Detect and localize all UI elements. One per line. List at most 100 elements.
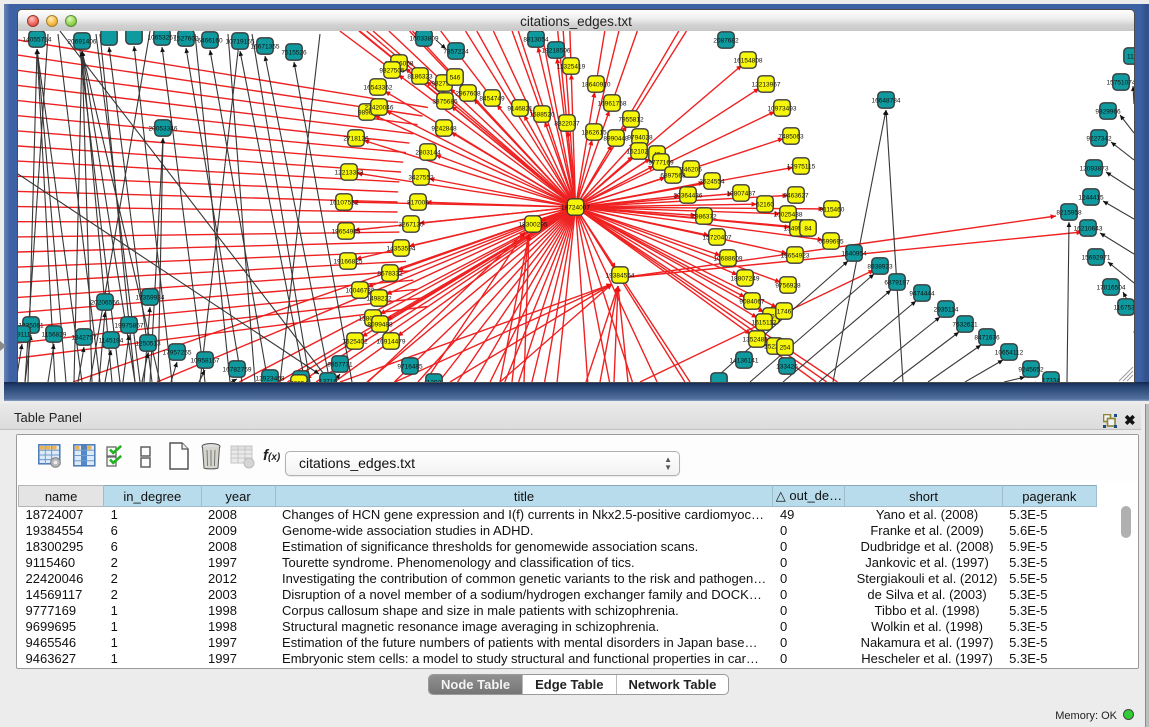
svg-text:20206556: 20206556 bbox=[91, 299, 120, 306]
svg-text:20053346: 20053346 bbox=[149, 125, 178, 132]
svg-text:11325419: 11325419 bbox=[557, 63, 586, 70]
svg-text:9716485: 9716485 bbox=[397, 363, 423, 370]
svg-text:19384554: 19384554 bbox=[606, 272, 635, 279]
svg-text:7515526: 7515526 bbox=[281, 49, 307, 56]
svg-text:1615112: 1615112 bbox=[752, 319, 777, 326]
svg-text:16154808: 16154808 bbox=[734, 57, 763, 64]
svg-text:9115460: 9115460 bbox=[820, 206, 845, 213]
svg-text:19166825: 19166825 bbox=[334, 258, 363, 265]
svg-text:14136141: 14136141 bbox=[730, 357, 759, 364]
svg-text:9227342: 9227342 bbox=[1086, 135, 1112, 142]
svg-text:3427552: 3427552 bbox=[408, 174, 434, 181]
svg-text:12213383: 12213383 bbox=[335, 169, 364, 176]
svg-text:17016504: 17016504 bbox=[1097, 284, 1126, 291]
svg-text:0699695: 0699695 bbox=[818, 238, 844, 245]
svg-text:817006: 817006 bbox=[407, 199, 429, 206]
svg-text:1156829: 1156829 bbox=[42, 331, 67, 338]
svg-text:7986372: 7986372 bbox=[691, 213, 717, 220]
svg-text:18640910: 18640910 bbox=[582, 81, 611, 88]
svg-text:10025438: 10025438 bbox=[774, 211, 803, 218]
svg-text:15720407: 15720407 bbox=[703, 234, 732, 241]
svg-text:9146821: 9146821 bbox=[507, 105, 533, 112]
svg-text:16961758: 16961758 bbox=[598, 100, 627, 107]
svg-text:7857224: 7857224 bbox=[443, 48, 469, 55]
svg-text:3624554: 3624554 bbox=[699, 178, 725, 185]
svg-text:111: 111 bbox=[1127, 53, 1134, 60]
svg-text:19975857: 19975857 bbox=[115, 322, 144, 329]
svg-text:9242848: 9242848 bbox=[431, 125, 457, 132]
svg-text:16648784: 16648784 bbox=[872, 97, 901, 104]
svg-text:62160: 62160 bbox=[756, 201, 774, 208]
svg-text:1640954: 1640954 bbox=[841, 250, 867, 257]
svg-text:1746: 1746 bbox=[777, 308, 792, 315]
svg-text:15751074: 15751074 bbox=[1107, 79, 1134, 86]
svg-text:10688609: 10688609 bbox=[714, 255, 743, 262]
svg-text:7485063: 7485063 bbox=[778, 133, 804, 140]
svg-text:2935114: 2935114 bbox=[934, 306, 959, 313]
svg-text:18300295: 18300295 bbox=[519, 221, 548, 228]
svg-text:10973493: 10973493 bbox=[768, 105, 797, 112]
svg-text:8990448: 8990448 bbox=[603, 135, 629, 142]
svg-text:546: 546 bbox=[450, 74, 461, 81]
svg-text:15692971: 15692971 bbox=[1082, 254, 1111, 261]
svg-text:2718126: 2718126 bbox=[343, 135, 369, 142]
svg-text:7632621: 7632621 bbox=[952, 321, 978, 328]
svg-text:133426: 133426 bbox=[776, 363, 798, 370]
svg-text:8938923: 8938923 bbox=[867, 263, 893, 270]
svg-text:2087682: 2087682 bbox=[713, 37, 739, 44]
svg-text:8099488: 8099488 bbox=[367, 321, 393, 328]
svg-text:2967608: 2967608 bbox=[455, 90, 481, 97]
svg-text:9474444: 9474444 bbox=[909, 290, 935, 297]
svg-text:12975115: 12975115 bbox=[787, 163, 816, 170]
svg-text:39111: 39111 bbox=[18, 331, 31, 338]
svg-text:9857771: 9857771 bbox=[327, 361, 353, 368]
svg-text:14055714: 14055714 bbox=[23, 36, 52, 43]
svg-text:1292: 1292 bbox=[427, 379, 442, 382]
svg-text:6466160: 6466160 bbox=[197, 37, 223, 44]
svg-text:1167534: 1167534 bbox=[1114, 304, 1134, 311]
svg-text:1250513: 1250513 bbox=[135, 340, 161, 347]
svg-text:9084067: 9084067 bbox=[739, 298, 765, 305]
svg-text:16543362: 16543362 bbox=[364, 84, 393, 91]
svg-text:16782759: 16782759 bbox=[223, 366, 252, 373]
svg-text:18807249: 18807249 bbox=[731, 275, 760, 282]
svg-text:6897568: 6897568 bbox=[660, 172, 686, 179]
svg-text:12093873: 12093873 bbox=[1080, 165, 1109, 172]
svg-text:19654923: 19654923 bbox=[781, 252, 810, 259]
svg-text:18724007: 18724007 bbox=[561, 204, 590, 211]
svg-text:19654985: 19654985 bbox=[332, 228, 361, 235]
svg-text:17957255: 17957255 bbox=[163, 349, 192, 356]
svg-text:17359934: 17359934 bbox=[136, 294, 165, 301]
svg-text:13716: 13716 bbox=[319, 378, 337, 382]
svg-text:9329966: 9329966 bbox=[1095, 108, 1121, 115]
svg-text:9245652: 9245652 bbox=[1018, 366, 1044, 373]
svg-text:1527602: 1527602 bbox=[173, 35, 199, 42]
svg-text:9327505: 9327505 bbox=[379, 67, 405, 74]
svg-text:1498222: 1498222 bbox=[366, 295, 392, 302]
svg-text:16671355: 16671355 bbox=[251, 43, 280, 50]
svg-text:12923468: 12923468 bbox=[256, 375, 285, 382]
svg-text:9463627: 9463627 bbox=[783, 192, 809, 199]
svg-text:16107552: 16107552 bbox=[330, 199, 359, 206]
svg-text:19218506: 19218506 bbox=[542, 47, 571, 54]
svg-text:22420046: 22420046 bbox=[365, 104, 394, 111]
svg-text:3875685: 3875685 bbox=[432, 98, 458, 105]
svg-text:254: 254 bbox=[780, 344, 791, 351]
svg-text:8454749: 8454749 bbox=[479, 95, 505, 102]
svg-text:9777169: 9777169 bbox=[648, 159, 674, 166]
svg-text:16914479: 16914479 bbox=[377, 338, 406, 345]
svg-text:9794028: 9794028 bbox=[627, 134, 653, 141]
svg-text:8322037: 8322037 bbox=[554, 120, 580, 127]
svg-text:7955812: 7955812 bbox=[618, 116, 644, 123]
svg-text:12213967: 12213967 bbox=[752, 81, 781, 88]
svg-text:6879197: 6879197 bbox=[884, 279, 910, 286]
svg-text:14353594: 14353594 bbox=[387, 245, 416, 252]
svg-text:1588520: 1588520 bbox=[529, 111, 555, 118]
svg-text:8215958: 8215958 bbox=[1056, 209, 1082, 216]
svg-text:10654112: 10654112 bbox=[995, 349, 1024, 356]
svg-text:1342757: 1342757 bbox=[71, 334, 97, 341]
svg-text:10958167: 10958167 bbox=[191, 357, 220, 364]
svg-text:1244415: 1244415 bbox=[1078, 194, 1104, 201]
svg-text:7625402: 7625402 bbox=[342, 338, 368, 345]
svg-text:16210643: 16210643 bbox=[1074, 225, 1103, 232]
